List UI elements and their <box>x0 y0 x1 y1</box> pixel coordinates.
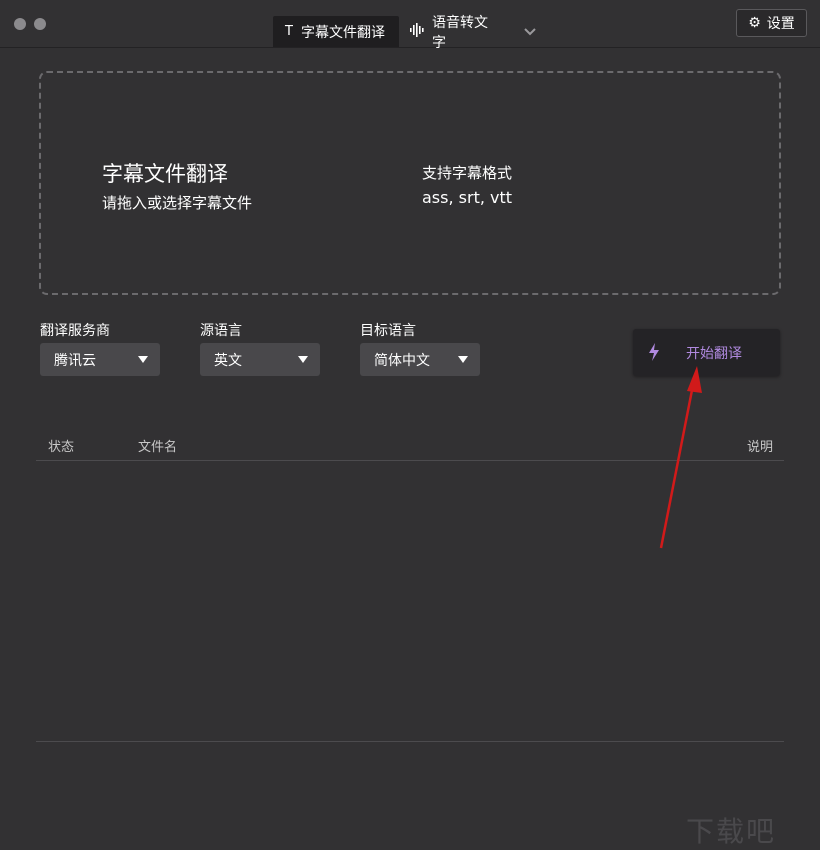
caret-down-icon <box>298 356 308 363</box>
column-header-status: 状态 <box>48 436 74 455</box>
chevron-down-icon[interactable] <box>522 24 538 40</box>
window-close-dot[interactable] <box>14 18 26 30</box>
tab-label: 语音转文字 <box>432 12 501 52</box>
tab-speech-to-text[interactable]: 语音转文字 <box>399 16 513 47</box>
column-header-filename: 文件名 <box>138 436 177 455</box>
file-drop-zone[interactable]: 字幕文件翻译 请拖入或选择字幕文件 支持字幕格式 ass, srt, vtt <box>39 71 781 295</box>
window-minimize-dot[interactable] <box>34 18 46 30</box>
target-language-select[interactable]: 简体中文 <box>360 343 480 376</box>
supported-formats-label: 支持字幕格式 <box>422 162 512 183</box>
source-language-label: 源语言 <box>200 320 242 340</box>
provider-value: 腾讯云 <box>54 350 96 370</box>
gear-icon: ⚙ <box>748 15 761 31</box>
provider-label: 翻译服务商 <box>40 320 110 340</box>
start-translate-label: 开始翻译 <box>686 343 742 363</box>
table-bottom-divider <box>36 741 784 742</box>
text-t-icon: T <box>285 24 293 39</box>
dropzone-subtitle: 请拖入或选择字幕文件 <box>102 192 252 213</box>
settings-label: 设置 <box>767 13 795 33</box>
provider-select[interactable]: 腾讯云 <box>40 343 160 376</box>
caret-down-icon <box>458 356 468 363</box>
watermark-logo: 下载吧 <box>686 810 776 850</box>
settings-button[interactable]: ⚙ 设置 <box>736 9 807 37</box>
title-bar: T 字幕文件翻译 语音转文字 ⚙ 设置 <box>0 0 820 48</box>
supported-formats: ass, srt, vtt <box>422 188 512 207</box>
tab-subtitle-translate[interactable]: T 字幕文件翻译 <box>273 16 399 47</box>
column-header-description: 说明 <box>747 436 773 455</box>
table-header-divider <box>36 460 784 461</box>
target-language-value: 简体中文 <box>374 350 430 370</box>
caret-down-icon <box>138 356 148 363</box>
waveform-icon <box>410 23 424 41</box>
source-language-value: 英文 <box>214 350 242 370</box>
source-language-select[interactable]: 英文 <box>200 343 320 376</box>
lightning-icon <box>647 343 661 361</box>
start-translate-button[interactable]: 开始翻译 <box>633 329 780 376</box>
tab-label: 字幕文件翻译 <box>301 22 385 42</box>
dropzone-title: 字幕文件翻译 <box>102 158 228 188</box>
target-language-label: 目标语言 <box>360 320 416 340</box>
